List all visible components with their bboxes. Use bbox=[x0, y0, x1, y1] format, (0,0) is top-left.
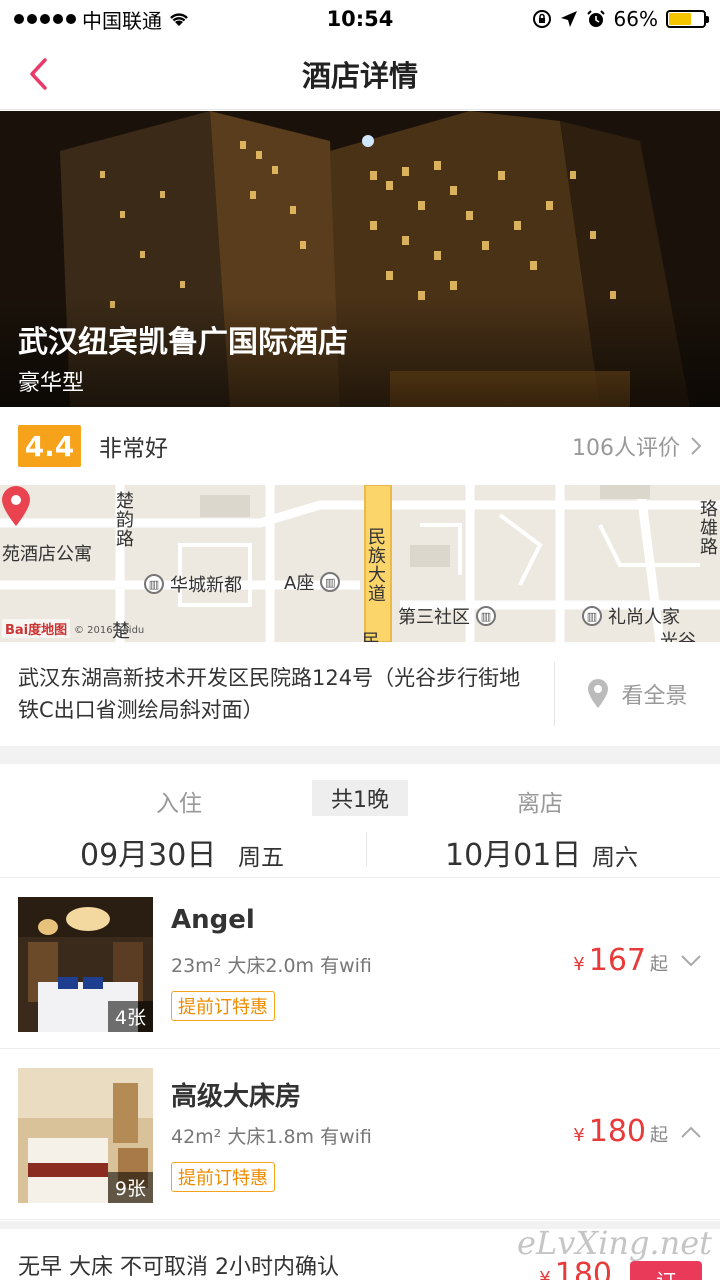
room-price[interactable]: ¥ 180 起 bbox=[573, 1114, 702, 1149]
map-poi-a: A座 ▥ bbox=[284, 569, 341, 595]
price-suffix: 起 bbox=[650, 1125, 668, 1146]
building-icon: ▥ bbox=[144, 574, 164, 594]
location-pin-icon bbox=[588, 679, 609, 708]
hotel-detail-page: 中国联通 10:54 66% 酒店详情 武汉纽宾凯鲁广国际酒店 豪华型 4.4 … bbox=[0, 0, 720, 1280]
reviews-link[interactable]: 106人评价 bbox=[572, 407, 702, 485]
chevron-left-icon bbox=[30, 58, 47, 90]
hotel-name: 武汉纽宾凯鲁广国际酒店 bbox=[18, 325, 348, 360]
hotel-type: 豪华型 bbox=[18, 371, 85, 396]
chevron-down-icon bbox=[681, 954, 701, 966]
watermark: eLvXing.net bbox=[517, 1224, 712, 1262]
date-selector[interactable]: 入住 共1晚 离店 09月30日 周五 10月01日 周六 bbox=[0, 764, 720, 878]
rating-row[interactable]: 4.4 非常好 106人评价 bbox=[0, 407, 720, 485]
room-item-deluxe-king[interactable]: 9张 高级大床房 42m² 大床1.8m 有wifi 提前订特惠 ¥ 180 起 bbox=[0, 1050, 720, 1220]
price-suffix: 起 bbox=[650, 954, 668, 975]
checkin-label: 入住 bbox=[156, 791, 202, 817]
room-photo[interactable]: 4张 bbox=[18, 897, 153, 1032]
baidu-logo: Bai度地图 bbox=[2, 619, 71, 638]
checkin-date[interactable]: 09月30日 bbox=[80, 830, 216, 874]
photo-count: 4张 bbox=[107, 1001, 153, 1032]
location-icon bbox=[560, 11, 577, 27]
currency-symbol: ¥ bbox=[573, 954, 585, 975]
map-poi-lishang: ▥ 礼尚人家 bbox=[582, 603, 680, 629]
hotel-photo[interactable]: 武汉纽宾凯鲁广国际酒店 豪华型 bbox=[0, 111, 720, 407]
room-spec: 23m² 大床2.0m 有wifi bbox=[171, 955, 372, 977]
hotel-address: 武汉东湖高新技术开发区民院路124号（光谷步行街地铁C出口省测绘局斜对面） bbox=[0, 662, 555, 726]
map-label-apartment: 苑酒店公寓 bbox=[2, 544, 92, 565]
building-icon: ▥ bbox=[476, 606, 496, 626]
signal-icon bbox=[14, 14, 76, 24]
currency-symbol: ¥ bbox=[573, 1125, 585, 1146]
checkout-weekday: 周六 bbox=[592, 845, 638, 871]
map-road-min: 民 bbox=[362, 631, 380, 642]
rating-score: 4.4 bbox=[18, 425, 81, 467]
date-divider bbox=[366, 832, 367, 866]
status-right: 66% bbox=[532, 7, 709, 31]
promo-tag: 提前订特惠 bbox=[171, 1162, 275, 1192]
building-icon: ▥ bbox=[320, 572, 341, 592]
panorama-button[interactable]: 看全景 bbox=[555, 642, 720, 746]
photo-count: 9张 bbox=[107, 1172, 153, 1203]
rating-text: 非常好 bbox=[99, 436, 168, 462]
price-value: 180 bbox=[588, 1114, 646, 1149]
checkin-weekday: 周五 bbox=[238, 845, 284, 871]
battery-percent: 66% bbox=[613, 7, 658, 31]
book-button[interactable]: 订 bbox=[630, 1261, 702, 1280]
promo-tag: 提前订特惠 bbox=[171, 991, 275, 1021]
map-poi-huacheng: ▥ 华城新都 bbox=[144, 571, 242, 597]
status-bar: 中国联通 10:54 66% bbox=[0, 0, 720, 38]
chevron-up-icon bbox=[681, 1126, 701, 1138]
status-left: 中国联通 bbox=[14, 5, 190, 34]
room-name: 高级大床房 bbox=[171, 1082, 302, 1112]
map-road-minzu: 民族大道 bbox=[365, 527, 386, 603]
currency-symbol: ¥ bbox=[539, 1268, 551, 1280]
checkout-label: 离店 bbox=[517, 791, 563, 817]
rate-plan-details: 无早 大床 不可取消 2小时内确认 bbox=[18, 1255, 339, 1280]
room-spec: 42m² 大床1.8m 有wifi bbox=[171, 1126, 372, 1148]
battery-icon bbox=[666, 10, 709, 28]
map-label-guanggu: 光谷 bbox=[660, 631, 696, 642]
map-poi-community: 第三社区 ▥ bbox=[398, 603, 496, 629]
wifi-icon bbox=[170, 13, 188, 26]
room-item-angel[interactable]: 4张 Angel 23m² 大床2.0m 有wifi 提前订特惠 ¥ 167 起 bbox=[0, 879, 720, 1049]
room-photo[interactable]: 9张 bbox=[18, 1068, 153, 1203]
room-price[interactable]: ¥ 167 起 bbox=[573, 943, 702, 978]
map-copyright: © 2016 Baidu bbox=[74, 625, 145, 636]
checkout-date[interactable]: 10月01日 bbox=[445, 830, 581, 874]
map-pin-icon bbox=[2, 486, 30, 526]
map-road-luoxiong: 珞雄路 bbox=[697, 499, 718, 556]
address-row: 武汉东湖高新技术开发区民院路124号（光谷步行街地铁C出口省测绘局斜对面） 看全… bbox=[0, 642, 720, 746]
nav-bar: 酒店详情 bbox=[0, 38, 720, 110]
building-icon: ▥ bbox=[582, 606, 602, 626]
back-button[interactable] bbox=[18, 52, 58, 96]
review-count: 106人评价 bbox=[572, 436, 680, 461]
page-title: 酒店详情 bbox=[301, 58, 418, 93]
section-divider bbox=[0, 746, 720, 764]
location-map[interactable]: 苑酒店公寓 楚韵路 ▥ 华城新都 A座 ▥ 民族大道 第三社区 ▥ ▥ 礼尚人家 珞雄路… bbox=[0, 485, 720, 642]
alarm-icon bbox=[586, 10, 605, 27]
carrier-label: 中国联通 bbox=[82, 8, 162, 33]
nights-badge: 共1晚 bbox=[312, 780, 408, 816]
price-value: 167 bbox=[588, 943, 646, 978]
rotation-lock-icon bbox=[532, 10, 551, 28]
chevron-right-icon bbox=[691, 437, 702, 455]
panorama-label: 看全景 bbox=[621, 684, 688, 709]
room-name: Angel bbox=[171, 905, 255, 935]
map-road-chuyun: 楚韵路 bbox=[113, 491, 134, 548]
